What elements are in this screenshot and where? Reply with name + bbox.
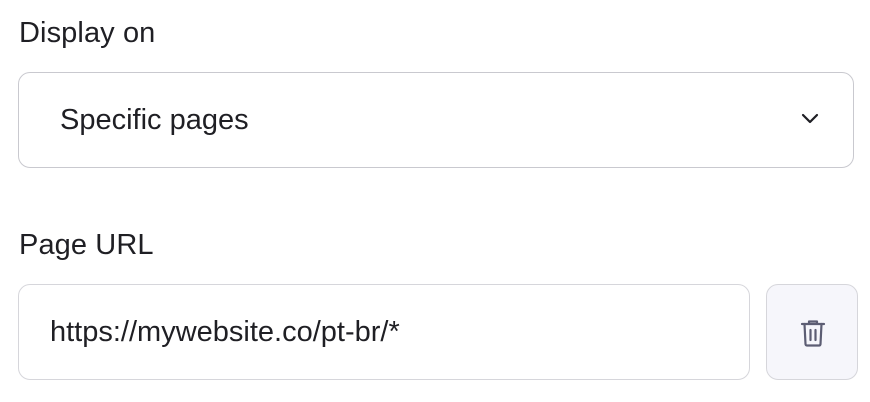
chevron-down-icon bbox=[801, 113, 819, 124]
trash-icon bbox=[800, 320, 826, 347]
display-on-selected-value: Specific pages bbox=[60, 104, 249, 136]
display-on-select[interactable]: Specific pages bbox=[18, 72, 854, 168]
delete-url-button[interactable] bbox=[766, 284, 858, 380]
page-url-input[interactable]: https://mywebsite.co/pt-br/* bbox=[18, 284, 750, 380]
display-on-label: Display on bbox=[19, 17, 156, 49]
page-url-label: Page URL bbox=[19, 229, 154, 261]
page-url-value: https://mywebsite.co/pt-br/* bbox=[50, 316, 400, 348]
